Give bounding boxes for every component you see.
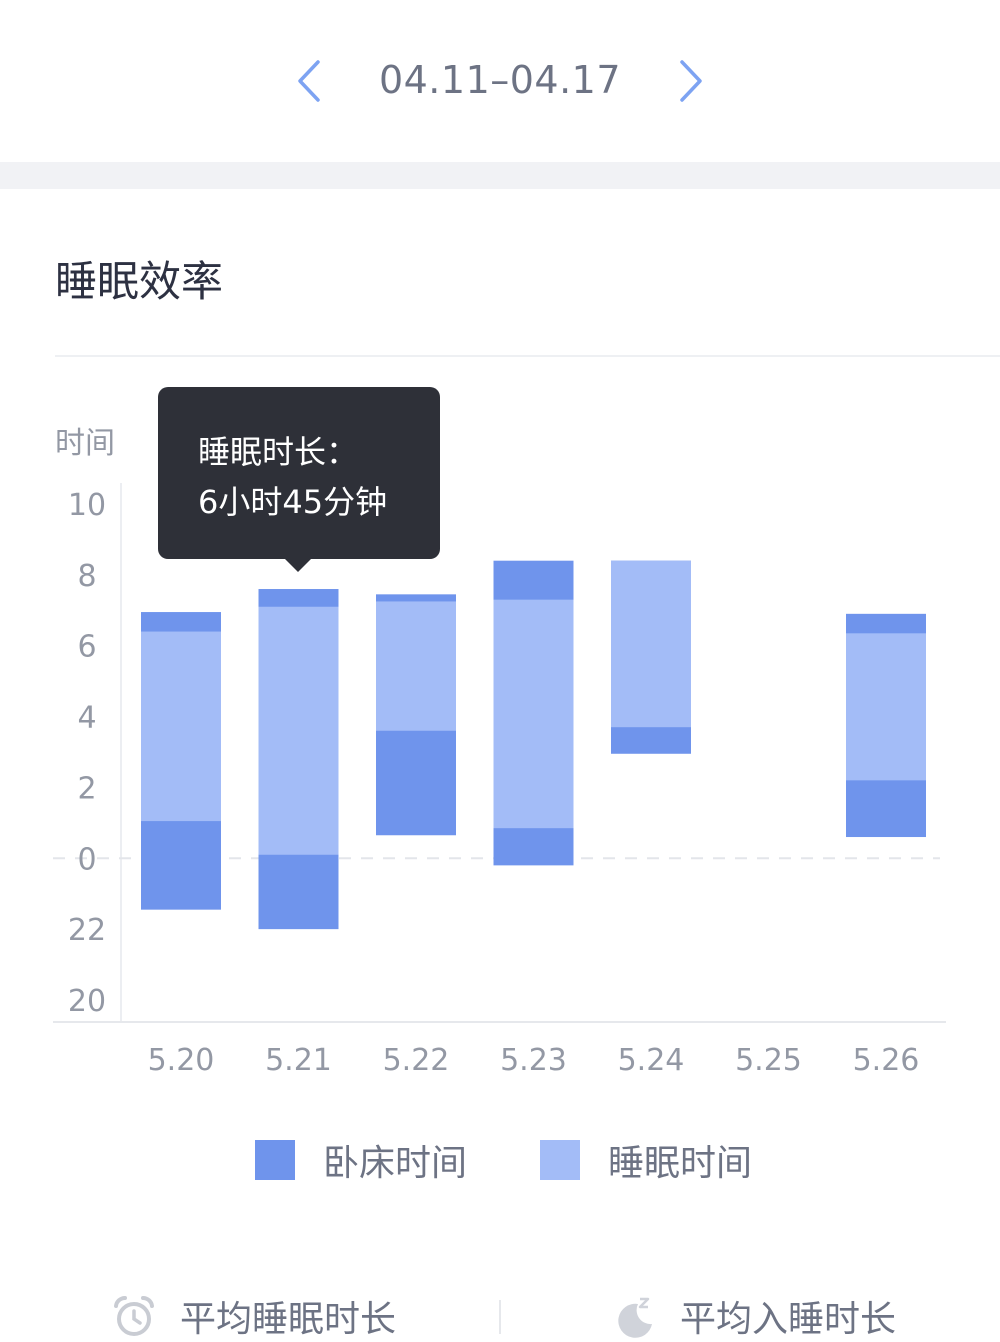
y-tick-label: 20 (68, 984, 106, 1019)
tooltip-pointer (284, 558, 312, 572)
bar-sleep-time (141, 631, 221, 822)
section-separator (0, 162, 1000, 189)
legend-item-sleep-time[interactable]: 睡眠时间 (540, 1130, 752, 1190)
tooltip-value: 6小时45分钟 (198, 483, 388, 521)
y-tick-label: 2 (77, 771, 96, 806)
bar-sleep-time (258, 606, 339, 855)
tooltip-title: 睡眠时长： (198, 433, 359, 471)
stat-avg-fall-asleep[interactable]: 平均入睡时长 (612, 1290, 896, 1342)
bar-sleep-time (611, 560, 691, 728)
legend-swatch-bed-time (255, 1140, 295, 1180)
date-navigator: 04.11–04.17 (0, 0, 1000, 162)
bar-sleep-time (376, 601, 456, 731)
y-tick-label: 8 (77, 559, 96, 594)
alarm-clock-icon (114, 1295, 154, 1336)
stat-label-avg-sleep: 平均睡眠时长 (180, 1299, 397, 1340)
x-tick-label: 5.26 (853, 1043, 920, 1078)
y-tick-label: 10 (68, 488, 106, 523)
sleep-efficiency-chart: 时间 20 22 0 2 4 6 8 10 5.20 5.21 5.22 5.23 5.24 5.25 5.… (0, 380, 1000, 1100)
y-tick-label: 6 (77, 630, 96, 665)
bar-sleep-time (493, 599, 574, 829)
legend-swatch-sleep-time (540, 1140, 580, 1180)
section-title: 睡眠效率 (55, 257, 224, 306)
legend-label-sleep-time: 睡眠时间 (608, 1143, 753, 1184)
x-tick-label: 5.25 (735, 1043, 802, 1078)
date-range-label: 04.11–04.17 (378, 58, 622, 102)
y-tick-label: 0 (77, 842, 96, 877)
stats-row: 平均睡眠时长 平均入睡时长 (0, 1280, 1000, 1340)
stats-divider (499, 1300, 501, 1334)
title-divider (55, 355, 1000, 357)
x-tick-label: 5.24 (618, 1043, 685, 1078)
x-tick-label: 5.22 (383, 1043, 450, 1078)
x-tick-label: 5.23 (500, 1043, 567, 1078)
chart-tooltip: 睡眠时长： 6小时45分钟 (158, 387, 440, 572)
moon-zz-icon (618, 1297, 652, 1338)
legend-item-bed-time[interactable]: 卧床时间 (255, 1130, 467, 1190)
y-tick-label: 4 (77, 701, 96, 736)
x-tick-label: 5.20 (148, 1043, 215, 1078)
chevron-right-icon[interactable] (672, 56, 708, 106)
bar-sleep-time (846, 633, 926, 781)
chart-legend: 卧床时间 睡眠时间 (0, 1130, 1000, 1190)
chart-canvas: 20 22 0 2 4 6 8 10 5.20 5.21 5.22 5.23 5.24 5.25 5.26 (53, 483, 946, 1078)
stat-avg-sleep-duration[interactable]: 平均睡眠时长 (112, 1290, 396, 1342)
y-tick-label: 22 (68, 913, 106, 948)
legend-label-bed-time: 卧床时间 (323, 1143, 468, 1184)
stat-label-avg-fall-asleep: 平均入睡时长 (680, 1299, 897, 1340)
x-tick-label: 5.21 (265, 1043, 332, 1078)
